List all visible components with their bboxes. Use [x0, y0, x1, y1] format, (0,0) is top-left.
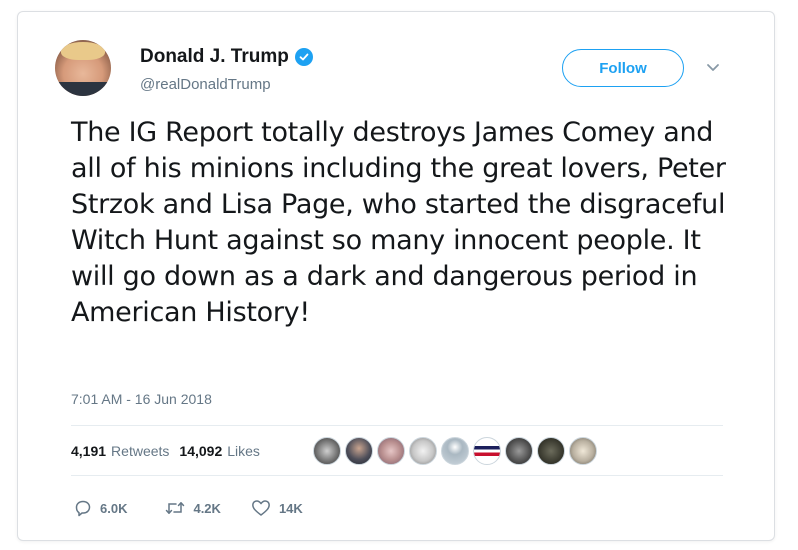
chevron-down-icon[interactable] — [703, 60, 723, 76]
timestamp[interactable]: 7:01 AM - 16 Jun 2018 — [71, 391, 212, 407]
avatar[interactable] — [55, 40, 111, 96]
liker-avatar[interactable] — [473, 437, 501, 465]
reply-count: 6.0K — [100, 500, 128, 516]
liker-avatar[interactable] — [409, 437, 437, 465]
likes-count[interactable]: 14,092 — [179, 443, 222, 459]
retweet-icon — [166, 502, 185, 514]
follow-button[interactable]: Follow — [562, 49, 684, 87]
liker-avatar[interactable] — [441, 437, 469, 465]
author-handle[interactable]: @realDonaldTrump — [140, 76, 271, 93]
tweet-actions: 6.0K 4.2K 14K — [74, 499, 303, 517]
liker-avatar[interactable] — [313, 437, 341, 465]
liker-avatar[interactable] — [537, 437, 565, 465]
reply-icon — [75, 500, 91, 517]
likers-avatars — [313, 437, 597, 465]
retweets-label[interactable]: Retweets — [111, 443, 169, 459]
retweets-count[interactable]: 4,191 — [71, 443, 106, 459]
retweet-action[interactable]: 4.2K — [165, 500, 221, 516]
heart-icon — [251, 500, 270, 516]
liker-avatar[interactable] — [505, 437, 533, 465]
avatar-suit — [55, 82, 111, 96]
engagement-stats: 4,191 Retweets 14,092 Likes — [71, 443, 260, 459]
liker-avatar[interactable] — [345, 437, 373, 465]
author-name-row[interactable]: Donald J. Trump — [140, 46, 313, 68]
author-name[interactable]: Donald J. Trump — [140, 46, 289, 68]
liker-avatar[interactable] — [377, 437, 405, 465]
tweet-text: The IG Report totally destroys James Com… — [71, 117, 726, 328]
likes-label[interactable]: Likes — [227, 443, 260, 459]
divider — [71, 425, 723, 426]
divider — [71, 475, 723, 476]
retweet-action-count: 4.2K — [193, 500, 221, 516]
verified-badge-icon — [294, 48, 313, 66]
like-action[interactable]: 14K — [251, 499, 303, 517]
reply-action[interactable]: 6.0K — [74, 499, 127, 517]
avatar-hair — [61, 42, 105, 60]
liker-avatar[interactable] — [569, 437, 597, 465]
like-action-count: 14K — [278, 500, 303, 516]
